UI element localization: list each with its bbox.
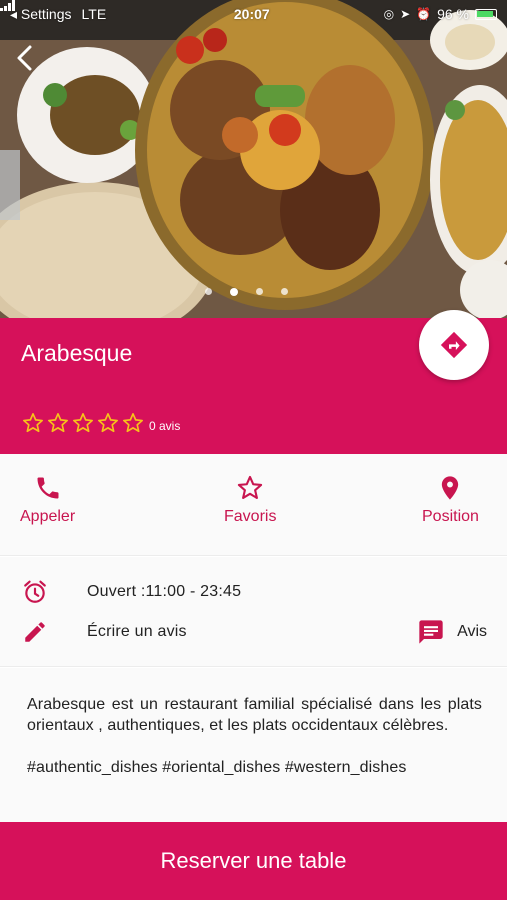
restaurant-name: Arabesque (21, 340, 133, 366)
network-label: LTE (81, 6, 107, 22)
reserve-table-label: Reserver une table (160, 848, 347, 873)
star-outline-icon (73, 413, 93, 433)
comment-icon (419, 620, 443, 644)
location-arrow-icon: ➤ (400, 7, 411, 21)
alarm-clock-icon (24, 580, 46, 603)
description-text: Arabesque est un restaurant familial spé… (27, 696, 482, 734)
carousel-dot[interactable] (281, 288, 288, 295)
opening-hours-row: Ouvert :11:00 - 23:45 (0, 577, 507, 607)
battery-percent: 96 % (437, 6, 469, 22)
restaurant-photo-carousel[interactable]: ◂ Settings LTE 20:07 ◎ ➤ ⏰ 96 % (0, 0, 507, 318)
carousel-dot[interactable] (205, 288, 212, 295)
hashtags: #authentic_dishes #oriental_dishes #west… (27, 759, 407, 776)
battery-icon (475, 8, 497, 20)
lock-rotation-icon: ◎ (383, 7, 395, 21)
reviews-label: Avis (457, 623, 487, 640)
star-rating: 0 avis (22, 412, 180, 434)
back-button[interactable] (14, 44, 44, 74)
call-label: Appeler (20, 508, 76, 525)
star-outline-icon (23, 413, 43, 433)
location-pin-icon (442, 476, 459, 500)
clock: 20:07 (233, 6, 270, 22)
star-outline-icon (98, 413, 118, 433)
restaurant-header: Arabesque 0 avis (0, 310, 507, 454)
phone-icon (37, 477, 59, 499)
opening-hours: Ouvert :11:00 - 23:45 (87, 583, 242, 600)
call-button[interactable]: Appeler (20, 474, 75, 526)
position-button[interactable]: Position (422, 474, 479, 526)
status-bar: ◂ Settings LTE 20:07 ◎ ➤ ⏰ 96 % (0, 0, 507, 28)
star-outline-icon (123, 413, 143, 433)
review-count: 0 avis (149, 419, 181, 433)
carrier-label: ◂ Settings (10, 5, 72, 22)
carousel-dot[interactable] (256, 288, 263, 295)
write-review-row[interactable]: Écrire un avis Avis (0, 617, 507, 647)
star-outline-icon (48, 413, 68, 433)
write-review-label[interactable]: Écrire un avis (87, 623, 187, 641)
favorite-label: Favoris (224, 508, 277, 525)
directions-button[interactable] (419, 310, 489, 380)
carousel-indicator (205, 288, 288, 296)
reviews-button[interactable]: Avis (417, 618, 487, 646)
food-platter-photo (0, 0, 507, 318)
chevron-left-icon (17, 45, 32, 71)
pencil-icon (25, 622, 45, 642)
info-section: Ouvert :11:00 - 23:45 Écrire un avis Avi… (0, 557, 507, 667)
carousel-dot-active[interactable] (230, 288, 238, 296)
action-bar: Appeler Favoris Position (0, 454, 507, 556)
description-section: Arabesque est un restaurant familial spé… (0, 668, 507, 822)
alarm-icon: ⏰ (416, 7, 432, 21)
favorite-button[interactable]: Favoris (224, 474, 276, 526)
position-label: Position (422, 508, 479, 525)
reserve-table-button[interactable]: Reserver une table (0, 822, 507, 900)
star-outline-icon (238, 475, 263, 499)
directions-icon (440, 331, 468, 359)
